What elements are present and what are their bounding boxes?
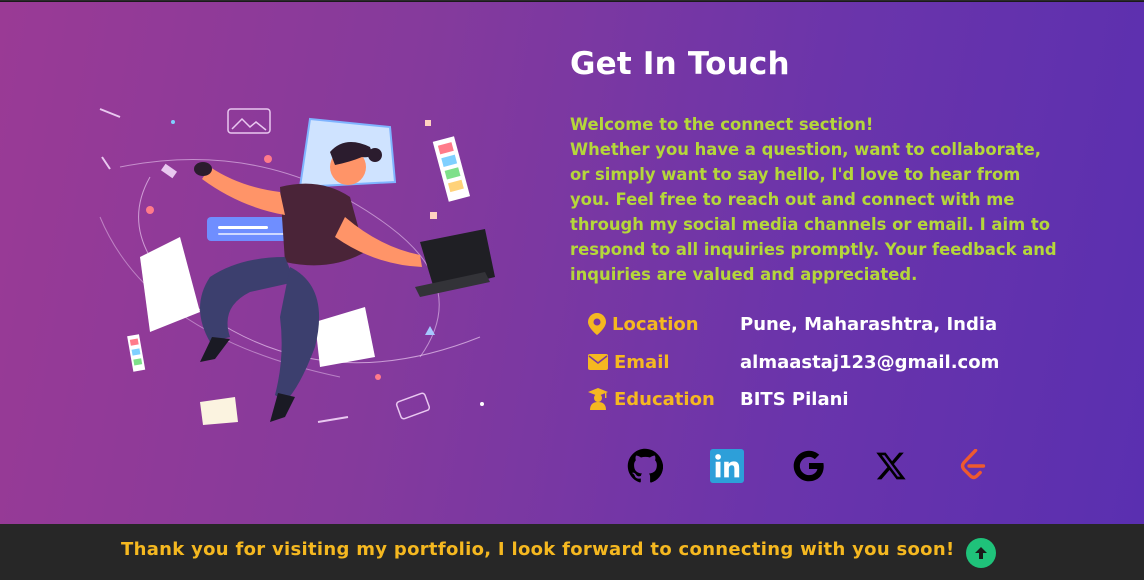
section-title: Get In Touch [570,46,790,82]
info-row-education: Education BITS Pilani [588,384,849,414]
info-label-education: Education [614,388,715,410]
google-link[interactable] [790,447,828,485]
intro-body: Whether you have a question, want to col… [570,140,1057,284]
info-value-education: BITS Pilani [740,388,849,410]
footer: Thank you for visiting my portfolio, I l… [0,524,1144,580]
scroll-to-top-button[interactable] [966,538,996,568]
graduate-icon [588,388,608,410]
google-icon [793,450,824,482]
arrow-up-icon [975,547,987,559]
x-link[interactable] [872,447,910,485]
info-value-email[interactable]: almaastaj123@gmail.com [740,352,999,373]
leetcode-link[interactable] [954,447,992,485]
info-row-email: Email almaastaj123@gmail.com [588,347,999,377]
envelope-icon [588,354,608,370]
github-link[interactable] [626,447,664,485]
intro-greeting: Welcome to the connect section! [570,115,874,134]
developer-illustration [99,108,495,425]
footer-message: Thank you for visiting my portfolio, I l… [121,539,955,560]
info-row-location: Location Pune, Maharashtra, India [588,309,997,339]
x-icon [876,452,906,480]
social-links [626,446,1036,486]
intro-text: Welcome to the connect section! Whether … [570,112,1060,287]
location-pin-icon [588,313,606,335]
github-icon [627,448,663,483]
leetcode-icon [960,449,986,480]
contact-section: Get In Touch Welcome to the connect sect… [0,1,1144,524]
linkedin-icon [710,449,744,483]
linkedin-link[interactable] [708,447,746,485]
info-value-location: Pune, Maharashtra, India [740,313,998,335]
info-label-email: Email [614,351,670,373]
info-label-location: Location [612,313,699,335]
